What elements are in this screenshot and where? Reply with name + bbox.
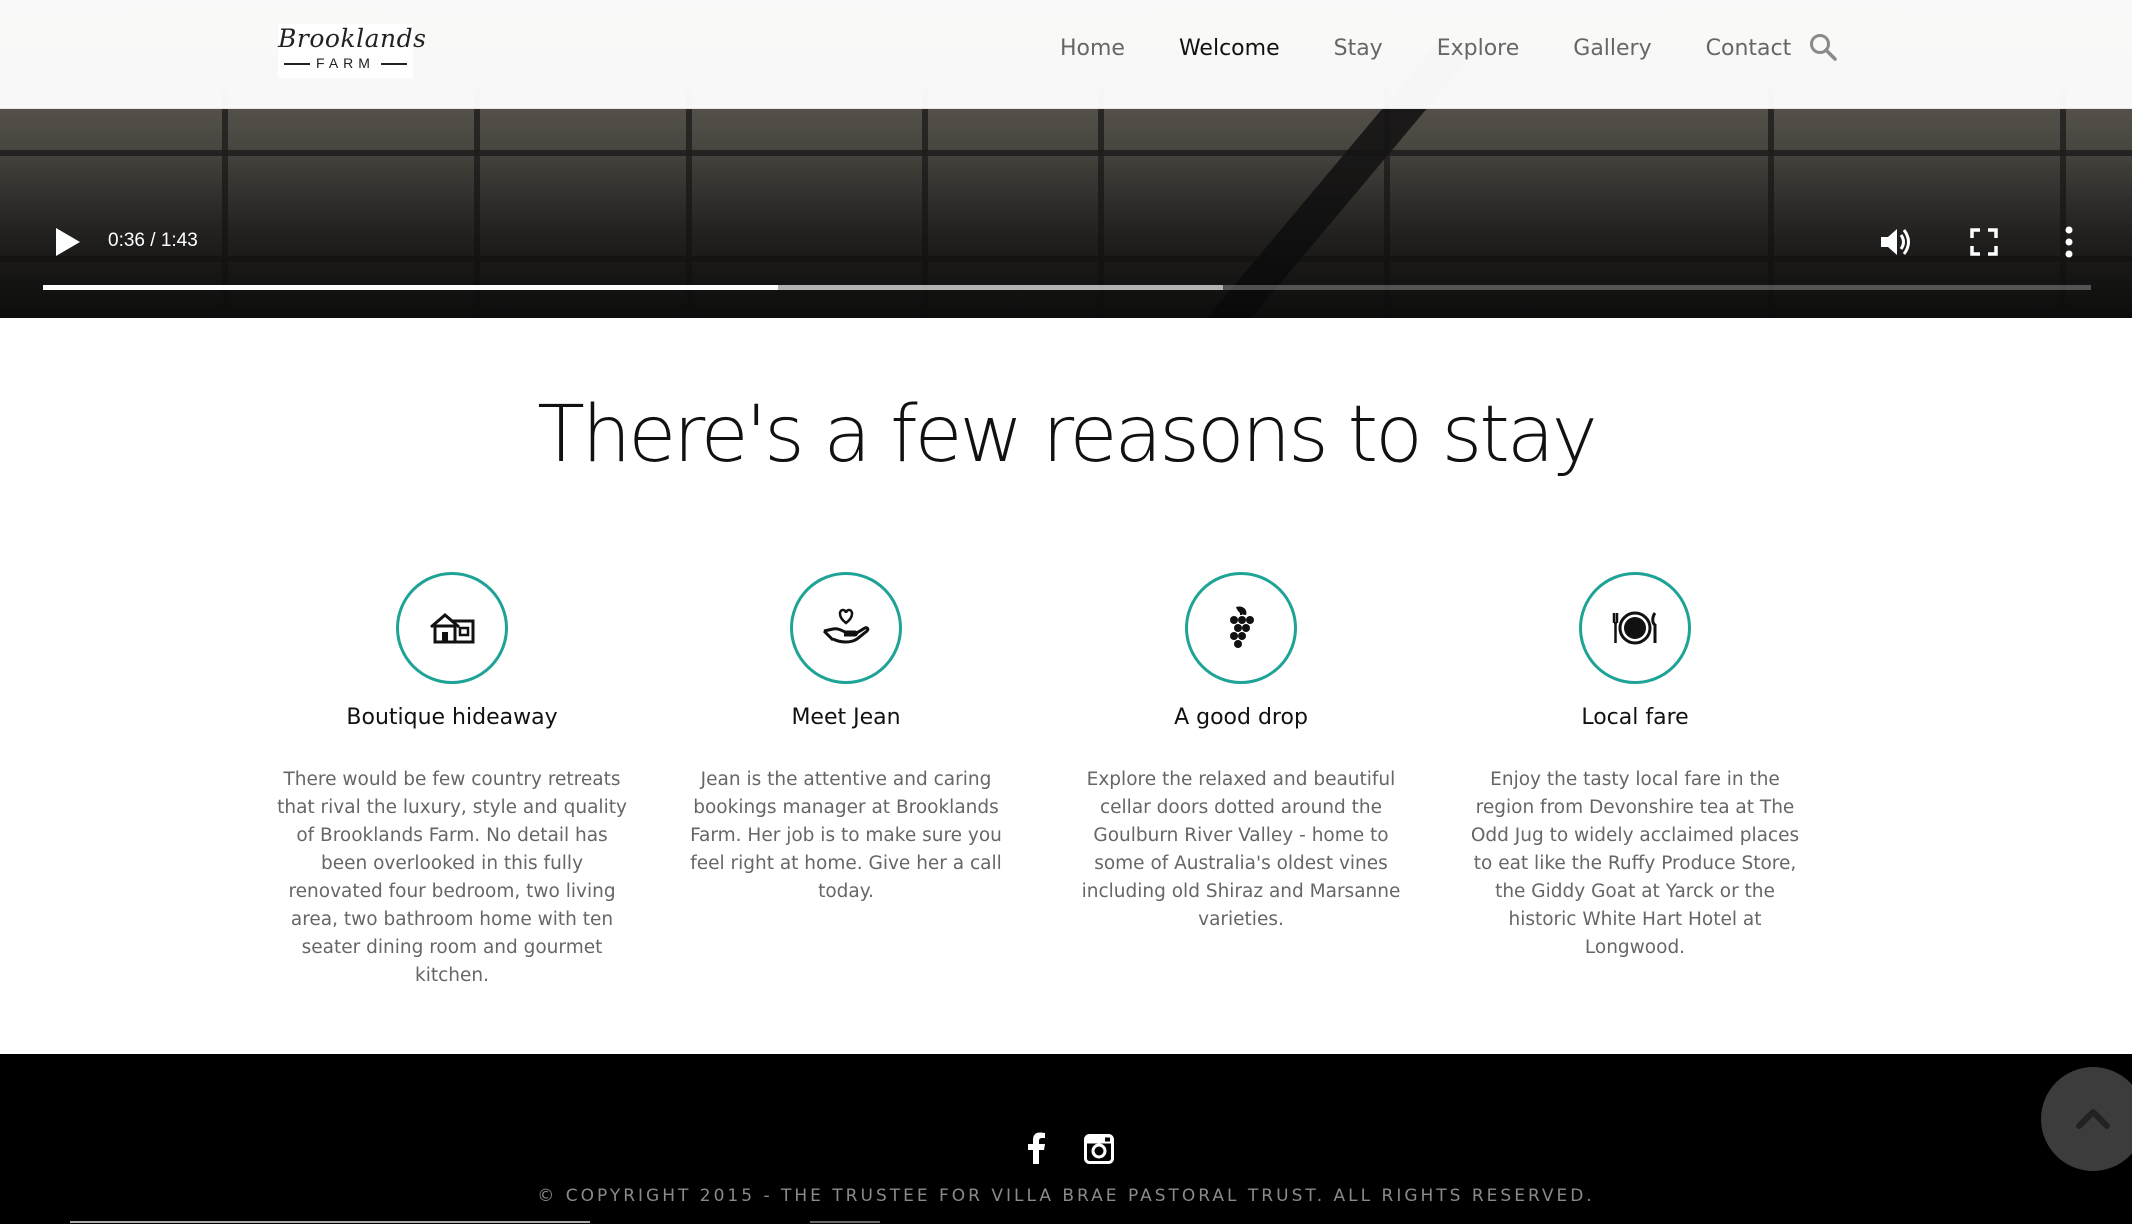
video-time: 0:36 / 1:43 (108, 230, 198, 251)
logo-subtitle: FARM (278, 54, 413, 72)
feature-title: Local fare (1581, 705, 1689, 730)
grapes-icon (1230, 606, 1254, 648)
nav-gallery[interactable]: Gallery (1573, 36, 1651, 61)
feature-text: There would be few country retreats that… (277, 769, 627, 986)
search-icon[interactable] (1808, 32, 1838, 62)
main-nav: Home Welcome Stay Explore Gallery Contac… (1060, 28, 1845, 68)
copyright-text: © COPYRIGHT 2015 - THE TRUSTEE FOR VILLA… (537, 1186, 1595, 1206)
feature-title: Boutique hideaway (346, 705, 558, 730)
more-options-icon (2065, 226, 2073, 258)
feature-text: Enjoy the tasty local fare in the region… (1470, 769, 1800, 958)
feature-title: Meet Jean (791, 705, 901, 730)
divider (70, 1221, 590, 1223)
feature-title: A good drop (1174, 705, 1308, 730)
volume-button[interactable] (1876, 222, 1916, 262)
feature-icon-circle (1185, 572, 1297, 684)
fullscreen-button[interactable] (1968, 226, 2000, 258)
nav-contact[interactable]: Contact (1706, 36, 1792, 61)
nav-home[interactable]: Home (1060, 36, 1125, 61)
volume-icon (1881, 229, 1910, 255)
logo-script: Brooklands (278, 24, 427, 53)
feature-icon-circle (396, 572, 508, 684)
feature-meet-jean: Meet Jean Jean is the attentive and cari… (666, 572, 1026, 906)
instagram-icon[interactable] (1084, 1134, 1114, 1164)
brand-logo[interactable]: Brooklands FARM (278, 24, 427, 78)
section-headline: There's a few reasons to stay (537, 390, 1598, 480)
feature-a-good-drop: A good drop Explore the relaxed and beau… (1061, 572, 1421, 934)
controls-gradient (0, 150, 2132, 318)
facebook-icon[interactable] (1025, 1132, 1047, 1164)
play-icon (56, 228, 80, 256)
nav-explore[interactable]: Explore (1437, 36, 1520, 61)
feature-icon-circle (1579, 572, 1691, 684)
feature-boutique-hideaway: Boutique hideaway There would be few cou… (272, 572, 632, 990)
nav-stay[interactable]: Stay (1334, 36, 1383, 61)
video-progress-bar[interactable] (43, 285, 2091, 290)
site-header: Brooklands FARM Home Welcome Stay Explor… (0, 0, 2132, 109)
feature-text: Jean is the attentive and caring booking… (690, 769, 1002, 902)
played-range (43, 285, 779, 290)
feature-text: Explore the relaxed and beautiful cellar… (1081, 769, 1401, 930)
play-button[interactable] (50, 225, 84, 259)
nav-welcome[interactable]: Welcome (1179, 36, 1280, 61)
heart-hand-icon (822, 608, 870, 644)
chevron-up-icon (2076, 1109, 2110, 1129)
fullscreen-icon (1970, 228, 1998, 256)
feature-local-fare: Local fare Enjoy the tasty local fare in… (1455, 572, 1815, 962)
divider (810, 1221, 880, 1223)
feature-icon-circle (790, 572, 902, 684)
house-icon (430, 613, 475, 644)
more-options-button[interactable] (2056, 224, 2082, 260)
plate-cutlery-icon (1612, 611, 1657, 645)
